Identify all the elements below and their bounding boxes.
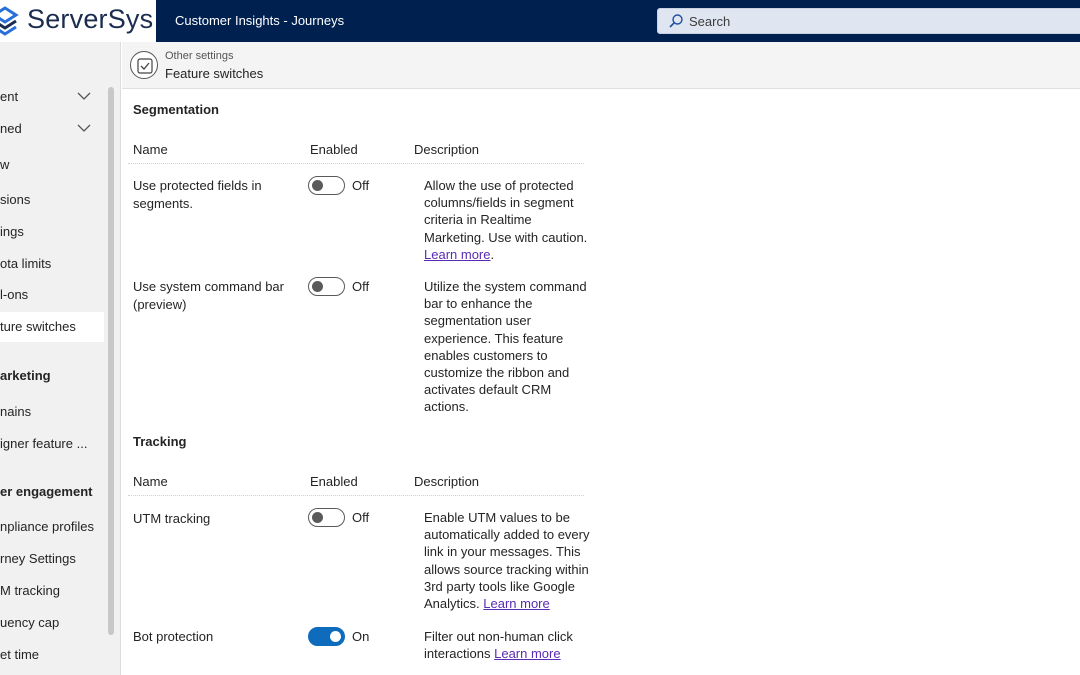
learn-more-link[interactable]: Learn more: [494, 646, 560, 661]
sidebar-item-quota-limits[interactable]: ota limits: [0, 249, 104, 279]
sidebar-item-label: nains: [0, 404, 32, 419]
sidebar-item-domains[interactable]: nains: [0, 397, 104, 427]
toggle-state-label: Off: [352, 279, 370, 294]
column-header-enabled: Enabled: [310, 474, 358, 489]
sidebar-item-label: ture switches: [0, 319, 76, 334]
sidebar-item-label: l-ons: [0, 287, 29, 302]
learn-more-link[interactable]: Learn more: [424, 247, 490, 262]
sidebar-item-designer-feature[interactable]: igner feature ...: [0, 429, 104, 459]
sidebar-item-settings[interactable]: ings: [0, 217, 104, 247]
top-bar: ServerSys Customer Insights - Journeys S…: [0, 0, 1080, 42]
sidebar-item-quiet-time[interactable]: et time: [0, 640, 104, 670]
toggle-protected-fields[interactable]: [308, 176, 345, 195]
sidebar-item-label: ent: [0, 89, 19, 104]
logo-text: ServerSys: [27, 4, 154, 34]
sidebar-item-label: sions: [0, 192, 31, 207]
sidebar-scrollbar[interactable]: [108, 87, 114, 635]
sidebar-item-add-ons[interactable]: l-ons: [0, 280, 104, 310]
column-header-enabled: Enabled: [310, 142, 358, 157]
section-title-tracking: Tracking: [133, 434, 187, 449]
sidebar-item-label: et time: [0, 647, 40, 662]
sidebar-item-versions[interactable]: sions: [0, 185, 104, 215]
sidebar-item-label: rney Settings: [0, 551, 76, 566]
sidebar: ent ned w sions ings ota limits l-ons tu…: [0, 42, 121, 675]
feature-name: Use protected fields in segments.: [133, 178, 262, 211]
serversys-logo-icon: [0, 6, 19, 36]
feature-name: Bot protection: [133, 629, 214, 644]
chevron-down-icon[interactable]: [77, 123, 91, 133]
sidebar-group-label: er engagement: [0, 484, 93, 499]
feature-name: UTM tracking: [133, 511, 211, 526]
feature-name: Use system command bar (preview): [133, 279, 284, 312]
page-header: Other settings Feature switches: [122, 42, 1080, 89]
app-title[interactable]: Customer Insights - Journeys: [175, 13, 344, 28]
logo[interactable]: ServerSys: [0, 0, 156, 42]
sidebar-item-journey-settings[interactable]: rney Settings: [0, 544, 104, 574]
chevron-down-icon[interactable]: [77, 91, 91, 101]
sidebar-group-marketing: arketing: [0, 361, 104, 391]
sidebar-item-label: igner feature ...: [0, 436, 88, 451]
toggle-knob: [312, 281, 323, 292]
toggle-system-command-bar[interactable]: [308, 277, 345, 296]
description-text: Allow the use of protected columns/field…: [424, 178, 588, 245]
column-header-name: Name: [133, 142, 168, 157]
sidebar-item-label: M tracking: [0, 583, 60, 598]
sidebar-item-label: ings: [0, 224, 24, 239]
feature-description: Utilize the system command bar to enhanc…: [424, 278, 590, 416]
sidebar-item-feature-switches[interactable]: ture switches: [0, 312, 104, 342]
sidebar-group-label: arketing: [0, 368, 51, 383]
section-title-segmentation: Segmentation: [133, 102, 219, 117]
feature-description: Filter out non-human click interactions …: [424, 628, 584, 662]
sidebar-item-utm-tracking[interactable]: M tracking: [0, 576, 104, 606]
sidebar-item-label: npliance profiles: [0, 519, 94, 534]
breadcrumb[interactable]: Other settings: [165, 50, 233, 62]
header-divider: [128, 163, 584, 164]
search-input[interactable]: Search: [657, 8, 1080, 34]
column-header-name: Name: [133, 474, 168, 489]
sidebar-group-engagement: er engagement: [0, 477, 104, 507]
toggle-knob: [312, 180, 323, 191]
feature-description: Enable UTM values to be automatically ad…: [424, 509, 594, 612]
search-icon: [669, 14, 683, 28]
sidebar-item-label: ned: [0, 121, 22, 136]
sidebar-item-frequency-cap[interactable]: uency cap: [0, 608, 104, 638]
sidebar-item-ent[interactable]: ent: [0, 82, 104, 112]
learn-more-link[interactable]: Learn more: [483, 596, 549, 611]
column-header-description: Description: [414, 142, 480, 157]
sidebar-item-label: ota limits: [0, 256, 52, 271]
feature-description: Allow the use of protected columns/field…: [424, 177, 589, 263]
search-placeholder: Search: [689, 14, 731, 29]
sidebar-item-label: uency cap: [0, 615, 60, 630]
sidebar-item-compliance-profiles[interactable]: npliance profiles: [0, 512, 104, 542]
description-text: Utilize the system command bar to enhanc…: [424, 279, 587, 415]
toggle-state-label: On: [352, 629, 370, 644]
sidebar-item-ned[interactable]: ned: [0, 114, 104, 144]
column-header-description: Description: [414, 474, 480, 489]
header-divider: [128, 495, 584, 496]
toggle-state-label: Off: [352, 178, 370, 193]
sidebar-item-overview[interactable]: w: [0, 150, 104, 180]
page-title: Feature switches: [165, 66, 264, 81]
toggle-state-label: Off: [352, 510, 370, 525]
description-suffix: .: [490, 246, 495, 262]
feature-switches-icon: [130, 51, 158, 79]
sidebar-item-label: w: [0, 157, 10, 172]
toggle-knob: [330, 631, 341, 642]
toggle-knob: [312, 512, 323, 523]
toggle-bot-protection[interactable]: [308, 627, 345, 646]
toggle-utm-tracking[interactable]: [308, 508, 345, 527]
